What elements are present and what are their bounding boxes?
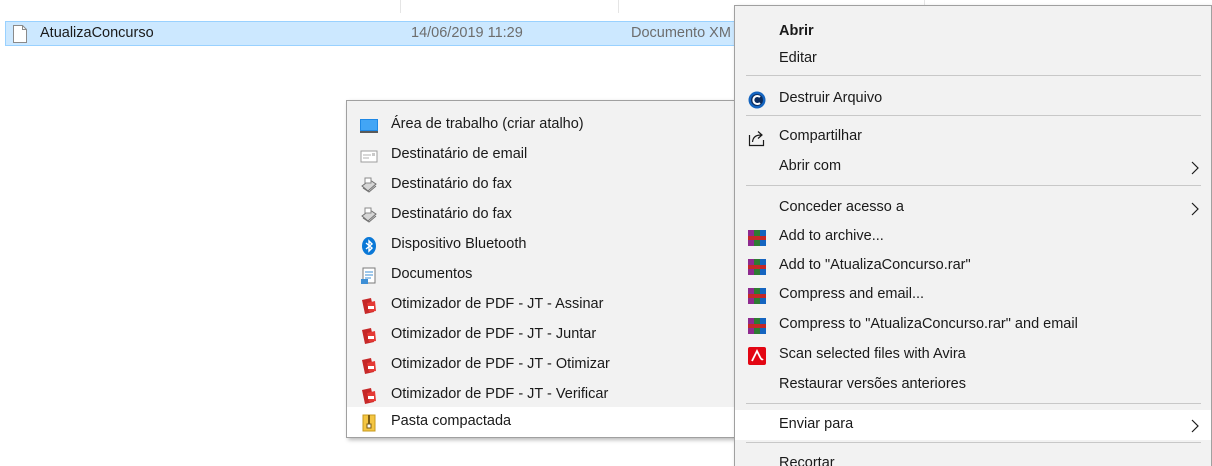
send-to-label: Destinatário do fax [391,206,512,222]
document-file-icon [13,25,27,43]
send-to-submenu: Área de trabalho (criar atalho) Destinat… [346,100,735,438]
send-to-item-documents[interactable]: Documentos [347,260,734,290]
file-context-menu: Abrir Editar Destruir Arquivo Compartilh… [734,5,1212,466]
send-to-item-pdf-merge[interactable]: Otimizador de PDF - JT - Juntar [347,320,734,350]
menu-item-send-to[interactable]: Enviar para [735,410,1211,440]
menu-separator [746,75,1201,76]
send-to-item-desktop[interactable]: Área de trabalho (criar atalho) [347,110,734,140]
send-to-label: Otimizador de PDF - JT - Juntar [391,326,597,342]
desktop-icon [360,119,378,133]
documents-icon [361,267,376,284]
menu-item-add-archive[interactable]: Add to archive... [735,222,1211,252]
menu-item-give-access[interactable]: Conceder acesso a [735,193,1211,223]
menu-item-shred[interactable]: Destruir Arquivo [735,84,1211,114]
winrar-icon [748,288,766,304]
send-to-label: Documentos [391,266,473,282]
file-date-modified: 14/06/2019 11:29 [411,25,523,41]
menu-item-label: Enviar para [779,416,854,432]
send-to-label: Área de trabalho (criar atalho) [391,116,584,132]
avira-icon [748,347,766,365]
menu-item-add-rar[interactable]: Add to "AtualizaConcurso.rar" [735,251,1211,281]
file-row-selected[interactable]: AtualizaConcurso 14/06/2019 11:29 Docume… [5,21,737,46]
menu-item-open-with[interactable]: Abrir com [735,152,1211,182]
shredder-app-icon [748,91,766,109]
file-type: Documento XM [631,25,731,41]
menu-item-avira-scan[interactable]: Scan selected files with Avira [735,340,1211,370]
menu-item-label: Editar [779,50,817,66]
menu-item-label: Add to archive... [779,228,884,244]
chevron-right-icon [1191,161,1199,175]
menu-separator [746,442,1201,443]
pdf-icon [362,298,376,314]
send-to-label: Otimizador de PDF - JT - Assinar [391,296,604,312]
zip-folder-icon [362,414,376,432]
send-to-item-mail[interactable]: Destinatário de email [347,140,734,170]
file-name: AtualizaConcurso [40,25,154,41]
pdf-icon [362,388,376,404]
send-to-item-pdf-optimize[interactable]: Otimizador de PDF - JT - Otimizar [347,350,734,380]
fax-icon [361,177,377,193]
share-icon [748,131,765,147]
menu-item-label: Add to "AtualizaConcurso.rar" [779,257,971,273]
send-to-item-bluetooth[interactable]: Dispositivo Bluetooth [347,230,734,260]
send-to-label: Destinatário de email [391,146,528,162]
menu-item-label: Compress and email... [779,286,925,302]
bluetooth-icon [362,237,376,255]
menu-item-cut[interactable]: Recortar [735,449,1211,466]
menu-separator [746,115,1201,116]
winrar-icon [748,259,766,275]
menu-item-label: Abrir [779,23,814,39]
send-to-item-fax[interactable]: Destinatário do fax [347,200,734,230]
menu-item-label: Restaurar versões anteriores [779,376,966,392]
chevron-right-icon [1191,202,1199,216]
pdf-icon [362,358,376,374]
winrar-icon [748,318,766,334]
pdf-icon [362,328,376,344]
menu-item-label: Abrir com [779,158,842,174]
menu-item-share[interactable]: Compartilhar [735,122,1211,152]
send-to-item-pdf-verify[interactable]: Otimizador de PDF - JT - Verificar [347,380,734,410]
menu-separator [746,403,1201,404]
send-to-label: Destinatário do fax [391,176,512,192]
send-to-label: Otimizador de PDF - JT - Verificar [391,386,609,402]
menu-item-compress-email[interactable]: Compress and email... [735,280,1211,310]
column-separator[interactable] [618,0,619,13]
menu-item-restore-versions[interactable]: Restaurar versões anteriores [735,370,1211,400]
menu-item-compress-rar-email[interactable]: Compress to "AtualizaConcurso.rar" and e… [735,310,1211,340]
chevron-right-icon [1191,419,1199,433]
menu-item-label: Compartilhar [779,128,862,144]
menu-item-label: Recortar [779,455,835,466]
winrar-icon [748,230,766,246]
menu-item-edit[interactable]: Editar [735,44,1211,74]
menu-item-label: Compress to "AtualizaConcurso.rar" and e… [779,316,1078,332]
menu-item-label: Conceder acesso a [779,199,904,215]
fax-icon [361,207,377,223]
menu-item-open[interactable]: Abrir [735,17,1211,47]
send-to-item-zip[interactable]: Pasta compactada [347,407,734,437]
send-to-item-fax[interactable]: Destinatário do fax [347,170,734,200]
send-to-item-pdf-sign[interactable]: Otimizador de PDF - JT - Assinar [347,290,734,320]
menu-separator [746,185,1201,186]
send-to-label: Otimizador de PDF - JT - Otimizar [391,356,610,372]
menu-item-label: Scan selected files with Avira [779,346,966,362]
mail-icon [360,150,378,163]
send-to-label: Dispositivo Bluetooth [391,236,527,252]
send-to-label: Pasta compactada [391,413,512,429]
menu-item-label: Destruir Arquivo [779,90,883,106]
column-separator[interactable] [400,0,401,13]
